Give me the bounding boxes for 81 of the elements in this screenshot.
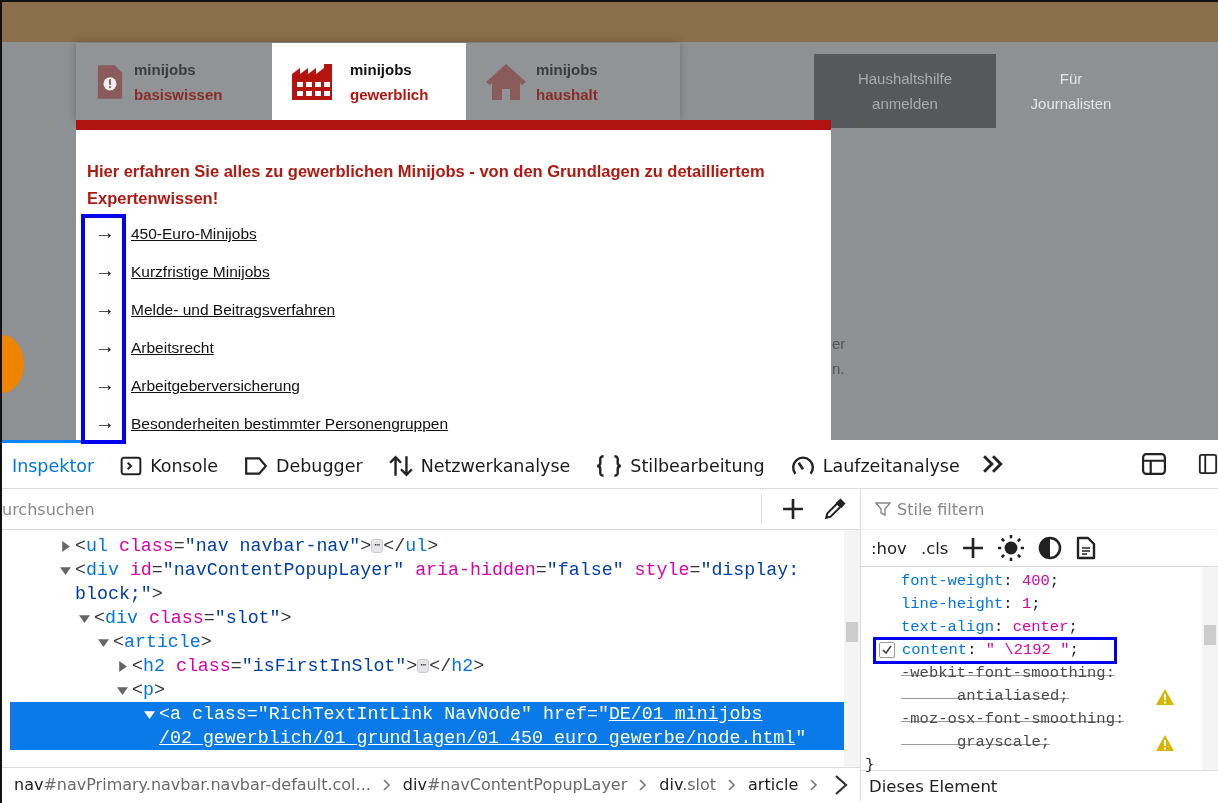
breadcrumb-item[interactable]: div#navContentPopupLayer — [402, 775, 628, 794]
collapsed-triangle-icon[interactable] — [60, 541, 71, 552]
gauge-icon — [790, 454, 815, 477]
expanded-triangle-icon[interactable] — [117, 685, 128, 696]
layout-icon[interactable] — [1140, 452, 1168, 476]
topic-link[interactable]: Arbeitgeberversicherung — [131, 377, 300, 395]
arrow-glyph: → — [94, 297, 116, 320]
tag-shape-icon — [244, 455, 268, 476]
devtools-tab[interactable]: Laufzeitanalyse — [777, 440, 973, 488]
topic-link[interactable]: Besonderheiten bestimmter Personengruppen — [131, 415, 449, 433]
plus-icon[interactable] — [962, 537, 985, 559]
contrast-icon[interactable] — [1038, 536, 1063, 560]
toggle-button[interactable]: :hov — [871, 538, 907, 558]
document-warning-icon — [96, 63, 124, 100]
warning-icon — [1155, 734, 1175, 752]
topic-link[interactable]: Kurzfristige Minijobs — [131, 263, 270, 281]
popup-heading: Hier erfahren Sie alles zu gewerblichen Minijobs - von den Grundlagen zu detailliertem Expertenwissen! — [87, 161, 766, 209]
category-tab[interactable]: minijobs haushalt — [466, 43, 662, 120]
topic-link[interactable]: Melde- und Beitragsverfahren — [131, 301, 336, 319]
chevron-right-icon[interactable] — [834, 773, 849, 796]
chevron-right-icon — [728, 778, 737, 791]
arrow-glyph: → — [94, 411, 116, 434]
devtools-tab[interactable]: Inspektor — [2, 440, 108, 488]
collapsed-triangle-icon[interactable] — [117, 661, 128, 672]
scrollbar[interactable] — [1202, 567, 1218, 770]
topic-link[interactable]: 450-Euro-Minijobs — [131, 225, 257, 243]
document-icon[interactable] — [1076, 536, 1097, 560]
markup-row[interactable]: <div id="navContentPopupLayer" aria-hidden="false" style="display: block;"> — [2, 558, 844, 606]
toggle-button[interactable]: .cls — [920, 538, 949, 558]
devtools-tab[interactable]: Konsole — [107, 440, 231, 488]
responsive-icon[interactable] — [1198, 451, 1218, 477]
markup-row[interactable]: <div class="slot"> — [2, 606, 844, 630]
warning-icon — [1155, 688, 1175, 706]
chevron-right-icon — [810, 778, 819, 791]
expanded-triangle-icon[interactable] — [79, 613, 90, 624]
breadcrumb-item[interactable]: article — [748, 775, 799, 794]
expanded-triangle-icon[interactable] — [144, 709, 155, 720]
css-declaration[interactable]: font-weight: 400; — [901, 570, 1060, 593]
arrow-glyph: → — [94, 335, 116, 358]
markup-row[interactable]: <article> — [2, 630, 844, 654]
css-declaration[interactable]: line-height: 1; — [901, 593, 1041, 616]
css-declaration[interactable]: content: " \2192 "; — [902, 639, 1079, 662]
expanded-triangle-icon[interactable] — [98, 637, 109, 648]
breadcrumb-item[interactable]: div.slot — [659, 775, 717, 794]
chevron-right-icon — [639, 778, 648, 791]
sun-icon[interactable] — [998, 535, 1025, 561]
selected-markup-row[interactable]: <a class="RichTextIntLink NavNode" href="DE/01_minijobs /02_gewerblich/01_grundlagen/01_450_euro_gewerbe/node.html" — [10, 702, 844, 750]
markup-row[interactable]: <p> — [2, 678, 844, 702]
arrow-glyph: → — [94, 221, 116, 244]
css-declaration[interactable]: text-align: center; — [901, 616, 1078, 639]
search-field[interactable]: urchsuchen — [2, 494, 762, 524]
chevron-right-icon — [382, 778, 391, 791]
markup-row[interactable]: <h2 class="isFirstInSlot"> ⋯ </h2> — [2, 654, 844, 678]
scrollbar[interactable] — [844, 530, 860, 767]
arrow-glyph: → — [94, 373, 116, 396]
markup-row[interactable]: <ul class="nav navbar-nav"> ⋯ </ul> — [2, 534, 844, 558]
category-tab[interactable]: minijobs gewerblich — [272, 43, 466, 120]
closing-brace: } — [864, 755, 876, 776]
double-chevron-icon[interactable] — [980, 454, 1005, 474]
background-text: n. — [832, 360, 845, 377]
devtools-tab[interactable]: Netzwerkanalyse — [375, 440, 584, 488]
funnel-icon — [875, 501, 891, 517]
devtools-tab[interactable]: Stilbearbeitung — [583, 440, 778, 488]
breadcrumb-item[interactable]: nav#navPrimary.navbar.navbar-default.col... — [14, 775, 371, 794]
braces-icon — [596, 454, 623, 477]
category-tab[interactable]: minijobs basiswissen — [76, 43, 272, 120]
plus-icon[interactable] — [782, 498, 804, 520]
tab-label: minijobs haushalt — [536, 59, 598, 105]
background-text: er — [832, 335, 846, 352]
expanded-triangle-icon[interactable] — [60, 565, 71, 576]
console-icon — [120, 454, 143, 477]
topic-link[interactable]: Arbeitsrecht — [131, 339, 214, 357]
tab-label: minijobs basiswissen — [134, 59, 223, 105]
filter-field[interactable]: Stile filtern — [897, 499, 1097, 519]
house-icon — [486, 63, 526, 100]
arrow-glyph: → — [94, 259, 116, 282]
checkbox[interactable] — [879, 642, 895, 658]
section-header: Dieses Element — [868, 776, 999, 798]
devtools-tab[interactable]: Debugger — [231, 440, 376, 488]
tab-label: minijobs gewerblich — [350, 59, 429, 105]
up-down-arrows-icon — [388, 453, 413, 478]
